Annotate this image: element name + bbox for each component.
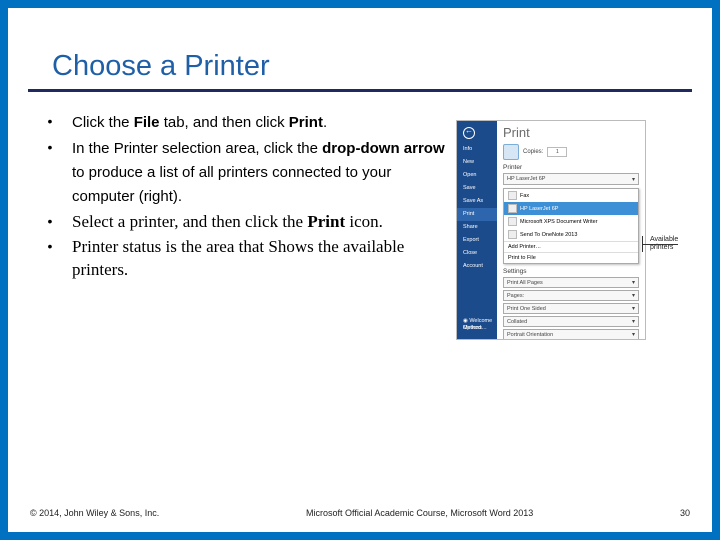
bullet-dot: • [28, 136, 72, 158]
printer-icon [508, 191, 517, 200]
sidebar-item: Close [457, 247, 497, 260]
printer-options-list: Fax HP LaserJet 6P Microsoft XPS Document … [503, 188, 639, 264]
settings-row: Collated ▾ [503, 316, 639, 327]
sidebar-item: New [457, 156, 497, 169]
sidebar-item: Account [457, 260, 497, 273]
sidebar-item: Print [457, 208, 497, 221]
settings-row: Pages: ▾ [503, 290, 639, 301]
current-printer-name: HP LaserJet 6P [507, 176, 545, 182]
settings-label: Settings [503, 268, 639, 275]
printer-icon [508, 217, 517, 226]
sidebar-item: Save As [457, 195, 497, 208]
backstage-sidebar: InfoNewOpenSaveSave AsPrintShareExportCl… [457, 121, 497, 339]
settings-value: Portrait Orientation [507, 332, 553, 338]
backstage-main: Print Copies: 1 Printer HP LaserJet 6P ▾ [497, 121, 645, 339]
chevron-down-icon: ▾ [632, 279, 635, 286]
chevron-down-icon: ▾ [632, 292, 635, 299]
bullet-item: •Printer status is the area that Shows t… [28, 235, 446, 281]
bullet-dot: • [28, 210, 72, 232]
printer-option-extra: Print to File [504, 252, 638, 263]
printer-option: HP LaserJet 6P [504, 202, 638, 215]
sidebar-bottom: ◉ Welcome Method… [457, 315, 497, 335]
settings-value: Collated [507, 319, 527, 325]
callout-label: Available printers [650, 236, 695, 252]
slide-frame: Choose a Printer •Click the File tab, an… [0, 0, 720, 540]
settings-row: Print One Sided ▾ [503, 303, 639, 314]
printer-option: Microsoft XPS Document Writer [504, 215, 638, 228]
screenshot-illustration: InfoNewOpenSaveSave AsPrintShareExportCl… [456, 120, 692, 340]
print-action-row: Copies: 1 [503, 144, 639, 160]
footer-page-number: 30 [680, 508, 690, 518]
printer-option-name: Microsoft XPS Document Writer [520, 219, 598, 225]
chevron-down-icon: ▾ [632, 318, 635, 325]
back-icon [463, 127, 475, 139]
bullet-list: •Click the File tab, and then click Prin… [28, 110, 446, 340]
print-icon [503, 144, 519, 160]
slide-title: Choose a Printer [28, 46, 692, 92]
settings-value: Print One Sided [507, 306, 546, 312]
printer-option-name: HP LaserJet 6P [520, 206, 558, 212]
printer-option: Send To OneNote 2013 [504, 228, 638, 241]
copies-stepper: 1 [547, 147, 567, 157]
slide-page: Choose a Printer •Click the File tab, an… [8, 8, 712, 532]
settings-value: Print All Pages [507, 280, 543, 286]
bullet-text: Printer status is the area that Shows th… [72, 235, 446, 281]
sidebar-item: Open [457, 169, 497, 182]
print-heading: Print [503, 125, 639, 140]
bullet-dot: • [28, 235, 72, 257]
bullet-item: •Click the File tab, and then click Prin… [28, 110, 446, 134]
sidebar-item: Info [457, 143, 497, 156]
printer-icon [508, 204, 517, 213]
bullet-text: Click the File tab, and then click Print… [72, 110, 446, 134]
printer-option-name: Send To OneNote 2013 [520, 232, 577, 238]
sidebar-item: Save [457, 182, 497, 195]
printer-icon [508, 230, 517, 239]
bullet-item: •Select a printer, and then click the Pr… [28, 210, 446, 233]
printer-option: Fax [504, 189, 638, 202]
bullet-dot: • [28, 110, 72, 132]
slide-content: •Click the File tab, and then click Prin… [8, 92, 712, 340]
slide-footer: © 2014, John Wiley & Sons, Inc. Microsof… [8, 508, 712, 518]
word-backstage: InfoNewOpenSaveSave AsPrintShareExportCl… [456, 120, 646, 340]
sidebar-item: Share [457, 221, 497, 234]
bullet-text: Select a printer, and then click the Pri… [72, 210, 446, 233]
printer-dropdown: HP LaserJet 6P ▾ [503, 173, 639, 185]
printer-option-extra: Add Printer… [504, 241, 638, 252]
chevron-down-icon: ▾ [632, 331, 635, 338]
bullet-text: In the Printer selection area, click the… [72, 136, 446, 208]
settings-row: Portrait Orientation ▾ [503, 329, 639, 340]
settings-group: Settings Print All Pages▾Pages:▾Print On… [503, 268, 639, 340]
printer-section-label: Printer [503, 164, 639, 171]
settings-value: Pages: [507, 293, 524, 299]
bullet-item: •In the Printer selection area, click th… [28, 136, 446, 208]
footer-course: Microsoft Official Academic Course, Micr… [159, 508, 680, 518]
printer-option-name: Fax [520, 193, 529, 199]
footer-copyright: © 2014, John Wiley & Sons, Inc. [30, 508, 159, 518]
settings-row: Print All Pages ▾ [503, 277, 639, 288]
chevron-down-icon: ▾ [632, 176, 635, 183]
copies-label: Copies: [523, 149, 543, 155]
chevron-down-icon: ▾ [632, 305, 635, 312]
sidebar-item: Export [457, 234, 497, 247]
